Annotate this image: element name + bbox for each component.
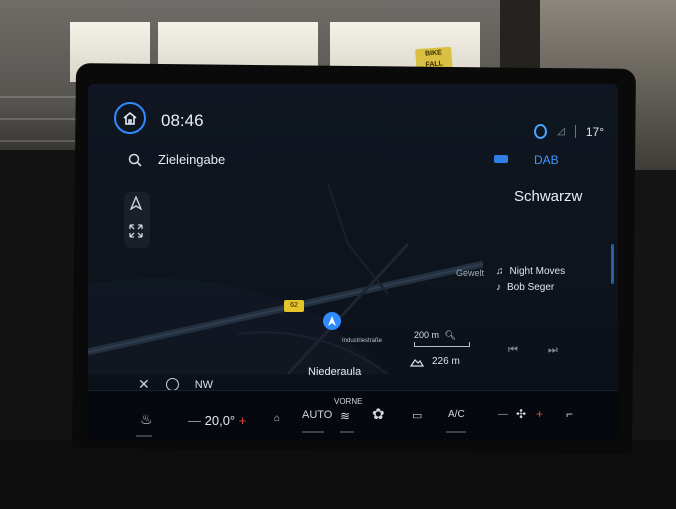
rear-defrost-icon[interactable]: ▭ — [412, 409, 422, 422]
indicator-bar — [446, 431, 466, 433]
temp-decrease-button[interactable]: — — [188, 413, 201, 428]
road-shield: 62 — [284, 300, 304, 312]
signal-icon: ◿ — [557, 126, 565, 137]
music-note-icon: ♫ — [496, 266, 504, 277]
front-defrost-label: VORNE — [334, 397, 363, 406]
indicator-bar — [136, 435, 152, 437]
home-button[interactable] — [114, 102, 146, 134]
home-icon — [123, 111, 137, 125]
elevation-value: 226 m — [432, 356, 460, 367]
indicator-bar — [340, 431, 354, 433]
artist-row: ♪ Bob Seger — [496, 282, 554, 293]
search-label: Zieleingabe — [158, 152, 226, 167]
voice-assistant-icon[interactable] — [534, 124, 548, 139]
map-scale-value: 200 m — [414, 330, 440, 340]
divider — [574, 125, 576, 138]
defrost-icon[interactable]: ≋ — [340, 409, 350, 423]
temp-increase-button[interactable]: + — [239, 413, 247, 428]
seat-heat-icon[interactable]: ♨ — [140, 411, 153, 428]
media-panel[interactable]: DAB Schwarzw ♫ Night Moves ♪ Bob Seger ⏮… — [486, 144, 618, 384]
navigation-arrow-icon — [328, 316, 336, 326]
status-indicators: ◿ 17° — [534, 124, 604, 139]
infotainment-screen: 08:46 ◿ 17° Zieleingabe 62 Gewelt Indust… — [88, 84, 618, 440]
fan-increase-button[interactable]: + — [536, 407, 543, 421]
map-scale: 200 m 🔍︎ — [414, 330, 456, 341]
auto-button[interactable]: AUTO — [302, 409, 332, 421]
playback-controls: ⏮ ⏭ — [508, 344, 558, 357]
climate-bar: ♨ — 20,0° + ⌂ AUTO VORNE ≋ ✿ ▭ A/C — ✣ +… — [88, 390, 618, 440]
ac-button[interactable]: A/C — [448, 409, 465, 420]
map-scale-bar — [414, 342, 470, 347]
zoom-icon[interactable]: 🔍︎ — [445, 330, 456, 340]
fan-icon[interactable]: ✿ — [372, 405, 385, 423]
station-name: Schwarzw — [514, 188, 583, 205]
track-row: ♫ Night Moves — [496, 266, 565, 277]
recirculation-icon[interactable]: ⌂ — [274, 413, 280, 424]
radio-icon — [494, 155, 508, 163]
skip-forward-icon[interactable]: ⏭ — [548, 344, 558, 357]
driver-temperature: 20,0° — [204, 413, 236, 428]
elevation-display: 226 m — [410, 356, 460, 367]
search-icon — [128, 153, 142, 167]
current-location-name: Niederaula — [308, 366, 362, 378]
map-place-label: Gewelt — [456, 268, 485, 278]
map-street-label: Industriestraße — [342, 338, 383, 344]
outside-temperature: 17° — [585, 124, 604, 139]
artist-name: Bob Seger — [507, 282, 555, 293]
scrollbar[interactable] — [611, 244, 614, 284]
clock: 08:46 — [161, 111, 204, 130]
heading-label: NW — [194, 378, 214, 391]
destination-search[interactable]: Zieleingabe — [128, 152, 225, 167]
vehicle-position-marker — [323, 312, 341, 330]
media-source[interactable]: DAB — [534, 153, 559, 167]
driver-temperature-control: — 20,0° + — [188, 413, 246, 428]
mountain-icon — [410, 358, 424, 367]
fan-speed-icon: ✣ — [516, 407, 527, 421]
passenger-seat-icon[interactable]: ⌐ — [566, 407, 573, 421]
track-title: Night Moves — [509, 266, 566, 277]
indicator-bar — [302, 431, 324, 433]
artist-icon: ♪ — [496, 282, 501, 293]
fan-decrease-button[interactable]: — — [498, 409, 508, 420]
skip-back-icon[interactable]: ⏮ — [508, 344, 518, 357]
